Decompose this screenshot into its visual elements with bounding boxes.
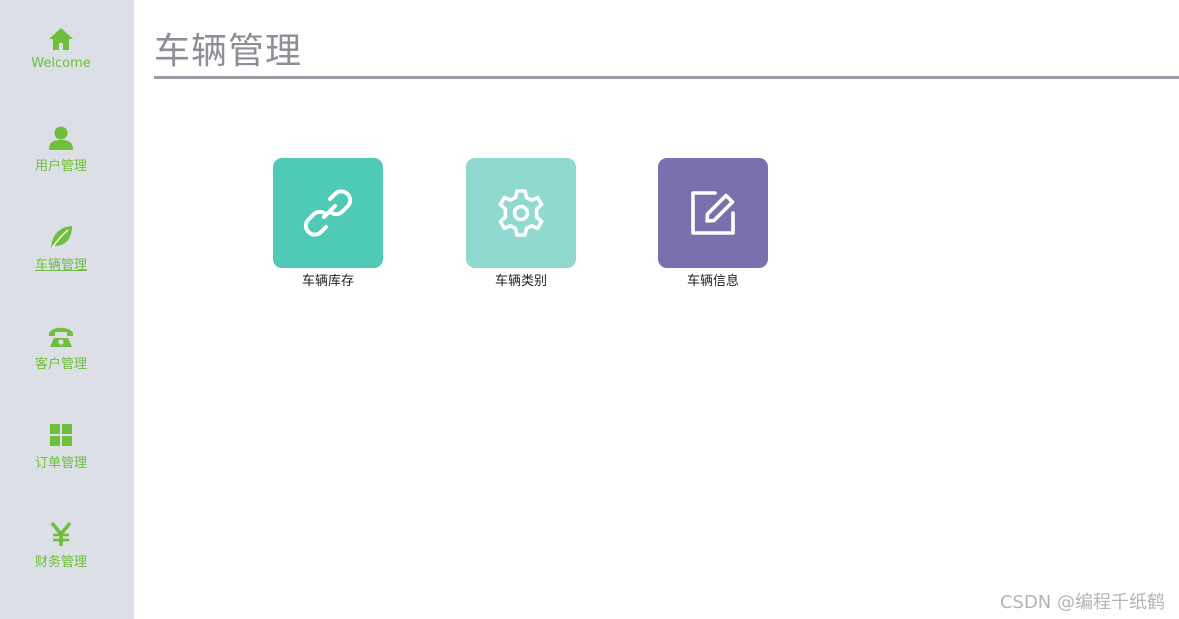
gear-icon (498, 189, 544, 237)
title-divider (154, 76, 1179, 79)
home-icon (48, 26, 74, 52)
tile-label: 车辆信息 (686, 274, 739, 289)
sidebar-item-label: 用户管理 (34, 159, 87, 174)
user-icon (48, 125, 74, 151)
sidebar-item-finance[interactable]: 财务管理 (0, 521, 122, 581)
watermark: CSDN @编程千纸鹤 (999, 592, 1165, 613)
yen-icon (48, 521, 74, 547)
sidebar-item-users[interactable]: 用户管理 (0, 125, 122, 185)
leaf-icon (48, 224, 74, 250)
edit-icon (691, 191, 735, 235)
sidebar-item-welcome[interactable]: Welcome (0, 26, 122, 86)
tile-icon-box (658, 158, 768, 268)
sidebar-item-label: 客户管理 (34, 357, 87, 372)
tile-label: 车辆库存 (301, 274, 354, 289)
page-title: 车辆管理 (154, 31, 303, 72)
tile-icon-box (273, 158, 383, 268)
sidebar-item-customers[interactable]: 客户管理 (0, 323, 122, 383)
grid-icon (48, 422, 74, 448)
tile-vehicle-info[interactable]: 车辆信息 (658, 158, 768, 289)
sidebar-item-label: 订单管理 (34, 456, 87, 471)
sidebar: Welcome 用户管理 车辆管理 客户管理 订单管理 财务管理 (0, 0, 134, 619)
link-icon (303, 189, 353, 237)
sidebar-item-label: 财务管理 (34, 555, 87, 570)
tile-vehicle-inventory[interactable]: 车辆库存 (273, 158, 383, 289)
sidebar-item-vehicles[interactable]: 车辆管理 (0, 224, 122, 284)
sidebar-item-label: 车辆管理 (34, 258, 87, 273)
tile-vehicle-category[interactable]: 车辆类别 (466, 158, 576, 289)
sidebar-item-orders[interactable]: 订单管理 (0, 422, 122, 482)
tile-label: 车辆类别 (494, 274, 547, 289)
tile-icon-box (466, 158, 576, 268)
sidebar-item-label: Welcome (31, 56, 91, 71)
phone-icon (48, 323, 74, 349)
